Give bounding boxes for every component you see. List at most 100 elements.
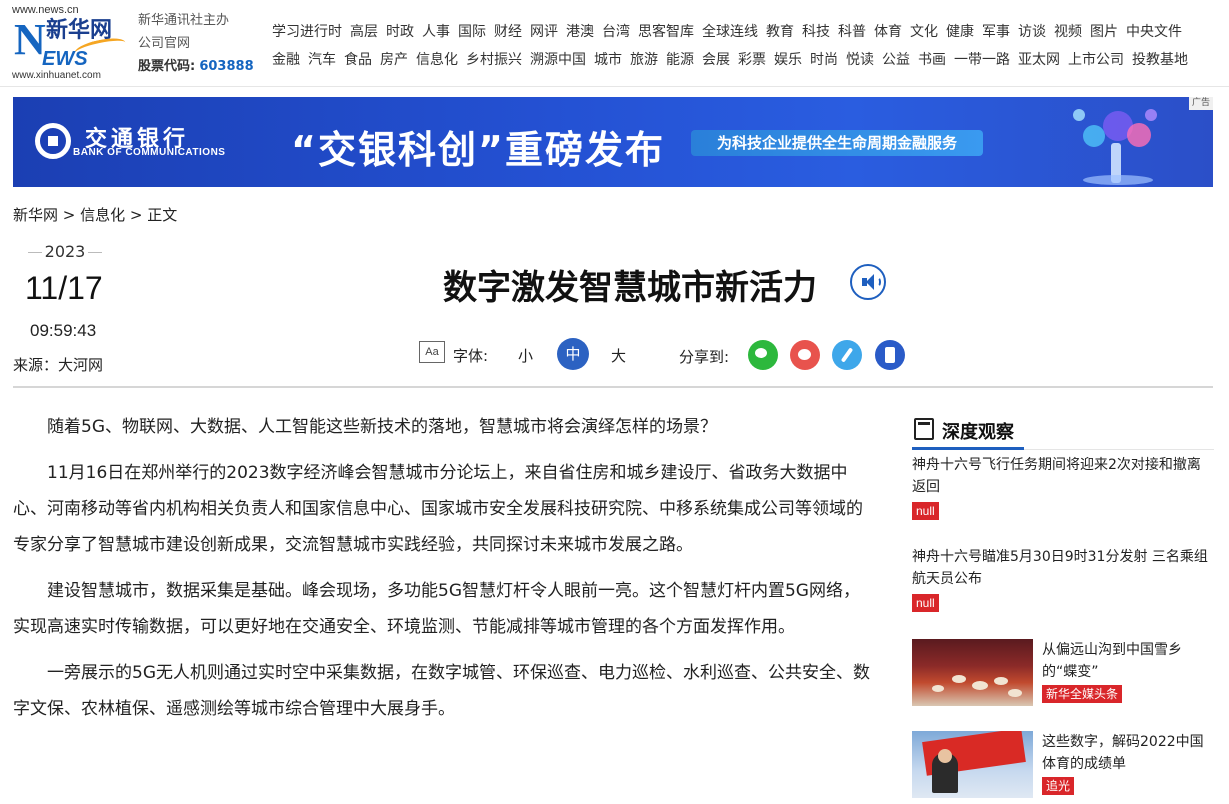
org-line-1: 新华通讯社主办 — [138, 13, 230, 28]
nav-link[interactable]: 中央文件 — [1126, 21, 1182, 41]
nav-link[interactable]: 书画 — [918, 49, 946, 69]
logo-url-bottom: www.xinhuanet.com — [12, 70, 101, 81]
nav-link[interactable]: 全球连线 — [702, 21, 758, 41]
breadcrumb-home[interactable]: 新华网 — [13, 206, 58, 224]
article-paragraph: 一旁展示的5G无人机则通过实时空中采集数据，在数字城管、环保巡查、电力巡检、水利… — [13, 663, 870, 719]
sidebar-news-item[interactable]: 神舟十六号飞行任务期间将迎来2次对接和撤离返回 null — [912, 454, 1214, 520]
news-title[interactable]: 从偏远山沟到中国雪乡的“蝶变” — [1042, 639, 1214, 683]
nav-link[interactable]: 信息化 — [416, 49, 458, 69]
nav-link[interactable]: 视频 — [1054, 21, 1082, 41]
news-tag: 新华全媒头条 — [1042, 685, 1123, 703]
xinhua-logo[interactable]: www.news.cn N 新华网 EWS www.xinhuanet.com — [12, 4, 130, 82]
font-medium-button[interactable]: 中 — [557, 338, 589, 370]
nav-link[interactable]: 投教基地 — [1132, 49, 1188, 69]
nav-link[interactable]: 娱乐 — [774, 49, 802, 69]
athlete-thumbnail[interactable] — [912, 731, 1033, 798]
publish-time: 09:59:43 — [30, 321, 97, 340]
sidebar-news-item[interactable]: 神舟十六号瞄准5月30日9时31分发射 三名乘组航天员公布 null — [912, 546, 1214, 612]
nav-link[interactable]: 台湾 — [602, 21, 630, 41]
nav-link[interactable]: 国际 — [458, 21, 486, 41]
breadcrumb-section[interactable]: 信息化 — [80, 206, 125, 224]
article-body: 随着5G、物联网、大数据、人工智能这些新技术的落地，智慧城市将会演绎怎样的场景？… — [13, 409, 873, 737]
ad-banner[interactable]: 交通银行 BANK OF COMMUNICATIONS “交银科创”重磅发布 为… — [13, 97, 1213, 187]
font-size-label: 字体: — [453, 347, 489, 365]
nav-link[interactable]: 时政 — [386, 21, 414, 41]
nav-link[interactable]: 文化 — [910, 21, 938, 41]
stock-code: 股票代码: 603888 — [138, 55, 254, 78]
nav-link[interactable]: 思客智库 — [638, 21, 694, 41]
nav-link[interactable]: 财经 — [494, 21, 522, 41]
news-title[interactable]: 神舟十六号飞行任务期间将迎来2次对接和撤离返回 — [912, 454, 1214, 498]
nav-link[interactable]: 健康 — [946, 21, 974, 41]
org-info: 新华通讯社主办 公司官网 股票代码: 603888 — [138, 9, 254, 78]
weibo-share-icon[interactable] — [790, 340, 820, 370]
nav-link[interactable]: 汽车 — [308, 49, 336, 69]
news-tag: 追光 — [1042, 777, 1075, 795]
banner-slogan: “交银科创”重磅发布 — [291, 128, 665, 172]
mobile-share-icon[interactable] — [875, 340, 905, 370]
news-tag: null — [912, 594, 939, 612]
nav-link[interactable]: 科技 — [802, 21, 830, 41]
news-text: 这些数字，解码2022中国体育的成绩单 追光 — [1042, 731, 1214, 795]
publish-year: 2023 — [28, 242, 102, 261]
link-share-icon[interactable] — [832, 340, 862, 370]
speaker-icon[interactable] — [850, 264, 886, 300]
news-title[interactable]: 这些数字，解码2022中国体育的成绩单 — [1042, 731, 1214, 775]
top-nav: 学习进行时 高层 时政 人事 国际 财经 网评 港澳 台湾 思客智库 全球连线 教育 科技 科普 体育 文化健… — [272, 17, 1222, 73]
tech-tree-graphic — [1053, 103, 1183, 187]
book-icon — [914, 418, 934, 440]
village-thumbnail[interactable] — [912, 639, 1033, 706]
font-size-icon: Aa — [419, 341, 445, 363]
nav-link[interactable]: 公益 — [882, 49, 910, 69]
news-title[interactable]: 神舟十六号瞄准5月30日9时31分发射 三名乘组航天员公布 — [912, 546, 1214, 590]
nav-link[interactable]: 网评 — [530, 21, 558, 41]
title-divider — [13, 386, 1213, 388]
nav-link[interactable]: 一带一路 — [954, 49, 1010, 69]
stock-label: 股票代码: — [138, 59, 196, 74]
breadcrumb-separator: > — [58, 206, 81, 224]
nav-link[interactable]: 教育 — [766, 21, 794, 41]
sidebar-news-item[interactable]: 从偏远山沟到中国雪乡的“蝶变” 新华全媒头条 — [912, 639, 1214, 709]
nav-link[interactable]: 科普 — [838, 21, 866, 41]
nav-link[interactable]: 图片 — [1090, 21, 1118, 41]
nav-link[interactable]: 乡村振兴 — [466, 49, 522, 69]
nav-link[interactable]: 学习进行时 — [272, 21, 342, 41]
nav-link[interactable]: 人事 — [422, 21, 450, 41]
share-label: 分享到: — [679, 348, 730, 366]
font-large-button[interactable]: 大 — [611, 345, 626, 366]
nav-link[interactable]: 会展 — [702, 49, 730, 69]
nav-link[interactable]: 访谈 — [1018, 21, 1046, 41]
logo-letters-ews: EWS — [42, 48, 88, 70]
breadcrumb-separator: > — [125, 206, 148, 224]
nav-link[interactable]: 军事 — [982, 21, 1010, 41]
nav-link[interactable]: 时尚 — [810, 49, 838, 69]
nav-link[interactable]: 溯源中国 — [530, 49, 586, 69]
nav-link[interactable]: 港澳 — [566, 21, 594, 41]
sidebar-deep-observation: 深度观察 神舟十六号飞行任务期间将迎来2次对接和撤离返回 null 神舟十六号瞄… — [912, 412, 1214, 798]
nav-link[interactable]: 城市 — [594, 49, 622, 69]
nav-link[interactable]: 高层 — [350, 21, 378, 41]
nav-link[interactable]: 亚太网 — [1018, 49, 1060, 69]
breadcrumb: 新华网 > 信息化 > 正文 — [13, 204, 177, 225]
nav-link[interactable]: 体育 — [874, 21, 902, 41]
nav-link[interactable]: 旅游 — [630, 49, 658, 69]
nav-link[interactable]: 食品 — [344, 49, 372, 69]
nav-row-2: 金融 汽车 食品 房产 信息化 乡村振兴 溯源中国 城市 旅游 能源 会展 彩票 娱乐 时尚 悦读 公益 书画一… — [272, 45, 1222, 73]
publish-date: 11/17 — [25, 270, 103, 306]
nav-link[interactable]: 悦读 — [846, 49, 874, 69]
article-paragraph: 11月16日在郑州举行的2023数字经济峰会智慧城市分论坛上，来自省住房和城乡建… — [13, 463, 863, 555]
banner-pill: 为科技企业提供全生命周期金融服务 — [691, 130, 983, 156]
nav-link[interactable]: 金融 — [272, 49, 300, 69]
ad-tag: 广告 — [1188, 97, 1213, 110]
nav-link[interactable]: 彩票 — [738, 49, 766, 69]
logo-letter-n: N — [14, 15, 46, 64]
article-source: 来源：大河网 — [13, 356, 104, 374]
news-tag: null — [912, 502, 939, 520]
nav-link[interactable]: 上市公司 — [1068, 49, 1124, 69]
wechat-share-icon[interactable] — [748, 340, 778, 370]
sidebar-news-item[interactable]: 这些数字，解码2022中国体育的成绩单 追光 — [912, 731, 1214, 801]
nav-link[interactable]: 能源 — [666, 49, 694, 69]
font-small-button[interactable]: 小 — [518, 345, 533, 366]
stock-value[interactable]: 603888 — [199, 59, 253, 74]
nav-link[interactable]: 房产 — [380, 49, 408, 69]
